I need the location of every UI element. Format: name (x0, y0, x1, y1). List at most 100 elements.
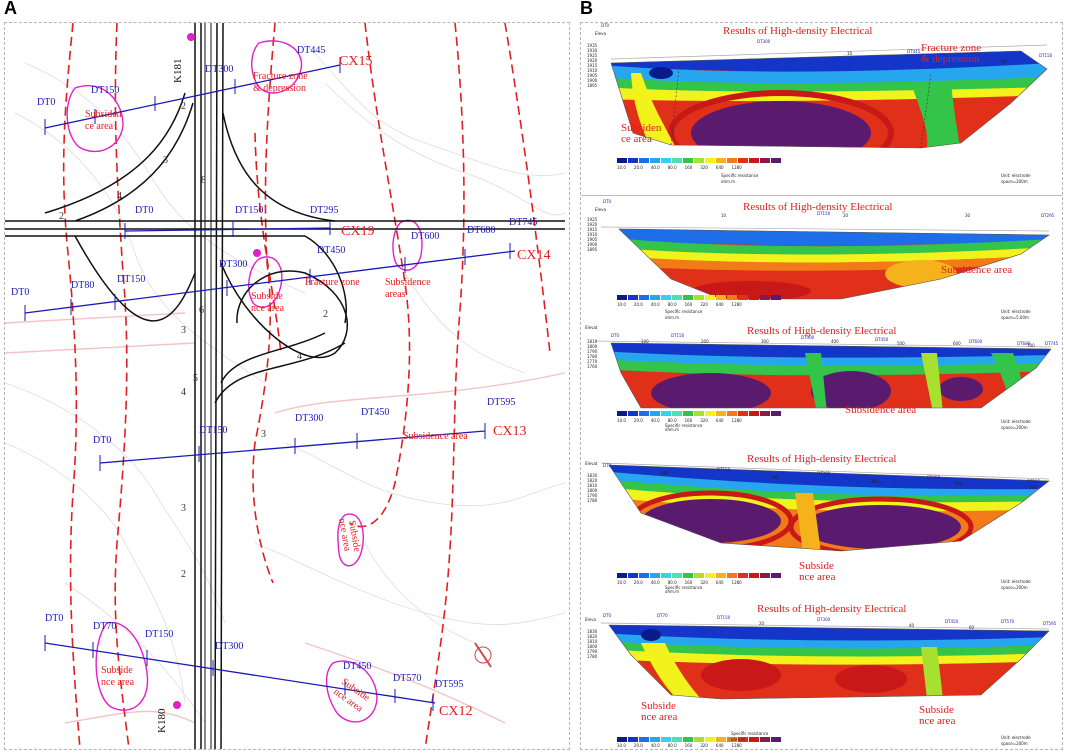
legend-swatch (771, 737, 781, 742)
cx12-point-dt70: DT70 (93, 621, 116, 632)
ramp-number: 4 (117, 191, 122, 202)
axis-label: Elevat (585, 325, 598, 330)
cx13-point-dt0: DT0 (93, 435, 111, 446)
color-legend (617, 737, 782, 742)
legend-swatch (661, 158, 671, 163)
legend-swatch (738, 411, 748, 416)
legend-swatch (683, 158, 693, 163)
distance-tick: 30 (965, 213, 971, 218)
legend-swatch (628, 737, 638, 742)
legend-swatch (694, 411, 704, 416)
terrain-contours (5, 42, 566, 724)
legend-swatch (650, 573, 660, 578)
section-annotation: Subsidence area (941, 264, 1013, 276)
cx13-point-dt595: DT595 (487, 397, 515, 408)
legend-swatch (716, 573, 726, 578)
section-marker: DT150 (1039, 53, 1053, 58)
cx12-point-dt150: DT150 (145, 629, 173, 640)
distance-tick: 700 (1027, 343, 1035, 348)
section-marker: DT0 (611, 333, 620, 338)
legend-swatch (771, 158, 781, 163)
zone-label-subside-4b: nce area (101, 677, 135, 688)
cx13-point-dt150: DT150 (199, 425, 227, 436)
cx19-point-dt0: DT0 (135, 205, 153, 216)
unit-note: Unit: electrode (1001, 309, 1031, 314)
axis-label: Eleva (585, 617, 596, 622)
zone-label-fracture-1a: Fracture zone (253, 71, 308, 82)
zone-label-subside-2a: Subside (251, 291, 283, 302)
legend-swatch (683, 737, 693, 742)
cx13-point-dt450: DT450 (361, 407, 389, 418)
unit-note: space=200m (1001, 179, 1028, 184)
depth-axis: 1925 1920 1915 1910 1905 1900 1895 (587, 217, 598, 252)
distance-tick: 200 (771, 475, 779, 480)
depth-axis: 1830 1820 1810 1800 1790 1780 (587, 629, 598, 659)
background-roads (5, 312, 566, 724)
cx12-point-dt450: DT450 (343, 661, 371, 672)
legend-swatch (749, 295, 759, 300)
distance-tick: 300 (761, 339, 769, 344)
section-marker: DT295 (1041, 213, 1055, 218)
axis-label: Eleva (595, 207, 606, 212)
legend-swatch (672, 411, 682, 416)
section-marker: DT445 (907, 49, 921, 54)
section-marker: DT150 (717, 467, 731, 472)
section-marker: DT150 (717, 615, 731, 620)
legend-swatch (661, 737, 671, 742)
distance-tick: 40 (909, 623, 915, 628)
legend-swatch (694, 737, 704, 742)
legend-caption: Specific resistance (721, 173, 759, 178)
panel-label-a: A (4, 0, 17, 18)
cx14-point-dt150: DT150 (117, 274, 145, 285)
legend-swatch (650, 411, 660, 416)
resistivity-section-cx13: Results of High-density Electrical Subsi… (581, 433, 1062, 594)
section-marker: DT0 (601, 23, 610, 28)
cx15-point-dt150: DT150 (91, 85, 119, 96)
cx15-point-dt300: DT300 (205, 64, 233, 75)
section-title: Results of High-density Electrical (747, 453, 897, 465)
section-marker: DT0 (603, 199, 612, 204)
cx14-point-dt80: DT80 (71, 280, 94, 291)
distance-tick: 100 (661, 471, 669, 476)
distance-tick: 300 (871, 479, 879, 484)
legend-caption: ohm.m (731, 737, 746, 742)
legend-swatch (738, 573, 748, 578)
section-marker: DT300 (817, 617, 831, 622)
legend-swatch (771, 411, 781, 416)
zone-label-subsidence-area-b: areas (385, 289, 406, 300)
survey-plan-map: DT0 DT150 DT300 DT445 DT0 DT150 DT295 DT… (4, 22, 570, 750)
cx12-point-dt595: DT595 (435, 679, 463, 690)
unit-note: space=200m (1001, 741, 1028, 746)
distance-tick: 500 (897, 341, 905, 346)
cx14-point-dt745: DT745 (509, 217, 537, 228)
legend-swatch (738, 295, 748, 300)
profile-id-cx12: CX12 (439, 704, 472, 719)
resistivity-section-cx15: Results of High-density Electrical Fract… (581, 23, 1062, 196)
legend-caption: Specific resistance (731, 731, 769, 736)
unit-note: space=200m (1001, 425, 1028, 430)
stake-marker-k180 (173, 701, 181, 709)
section-marker: DT450 (875, 337, 889, 342)
legend-swatch (760, 737, 770, 742)
legend-values: 10.0 20.0 40.0 80.0 160 320 640 1280 (617, 165, 742, 170)
section-marker: DT595 (1043, 621, 1057, 626)
section-annotation: Subsidence area (799, 560, 836, 583)
section-title: Results of High-density Electrical (747, 325, 897, 337)
legend-swatch (771, 573, 781, 578)
ramp-number: 3 (163, 155, 168, 166)
legend-swatch (694, 158, 704, 163)
legend-swatch (672, 573, 682, 578)
legend-swatch (683, 295, 693, 300)
color-legend (617, 158, 782, 163)
legend-swatch (749, 411, 759, 416)
ramp-number: 3 (181, 325, 186, 336)
legend-swatch (683, 573, 693, 578)
cx15-point-dt0: DT0 (37, 97, 55, 108)
legend-swatch (727, 411, 737, 416)
distance-tick: 400 (955, 481, 963, 486)
ramp-number: 2 (59, 211, 64, 222)
ramp-number: 2 (181, 101, 186, 112)
section-marker: DT600 (969, 339, 983, 344)
distance-tick: 600 (953, 341, 961, 346)
legend-swatch (760, 158, 770, 163)
